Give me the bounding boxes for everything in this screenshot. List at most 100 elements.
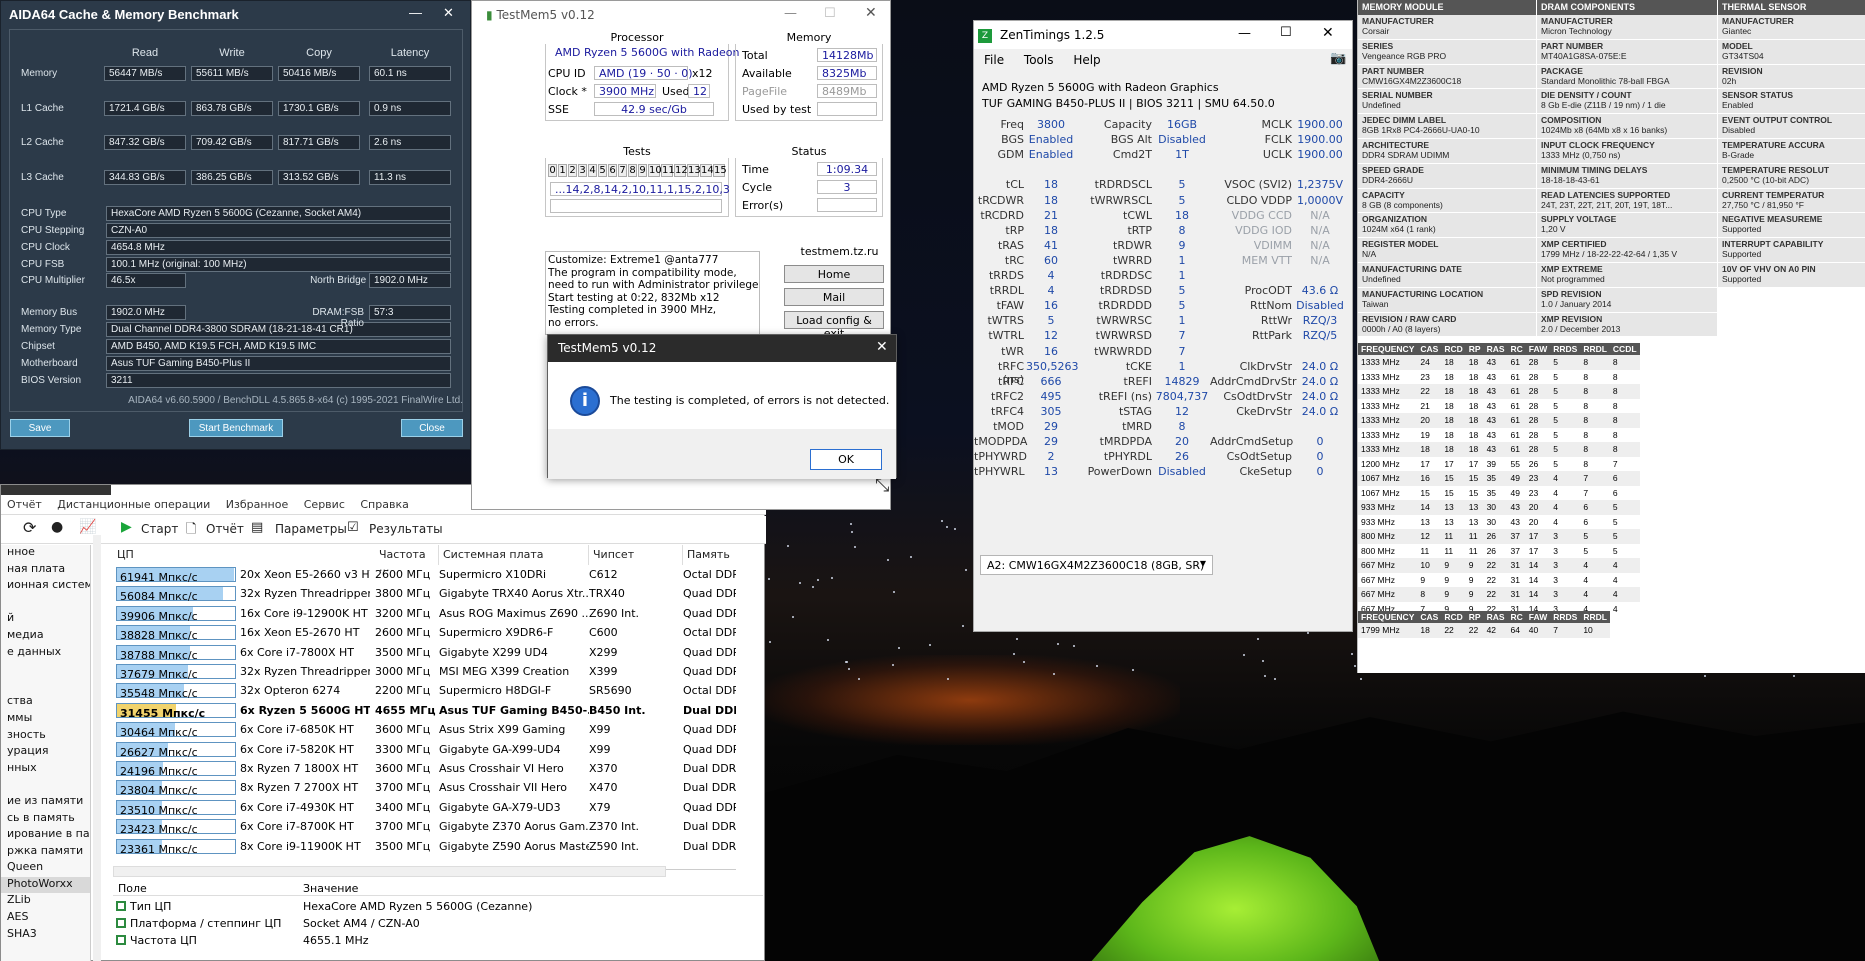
info-value-header[interactable]: Значение	[303, 882, 358, 895]
start-button[interactable]: Старт	[141, 522, 178, 536]
close-icon[interactable]: ✕	[865, 5, 877, 21]
cell-mem: Octal DDR3	[683, 684, 736, 698]
sidebar-item[interactable]: ZLib	[1, 893, 90, 910]
menu-remote[interactable]: Дистанционные операции	[57, 498, 210, 511]
sidebar-item[interactable]: AES	[1, 910, 90, 927]
sidebar-item[interactable]	[1, 777, 90, 794]
table-row[interactable]: 61941 Мпкс/с 20x Xeon E5-2660 v3 HT 2600 М…	[113, 565, 736, 584]
table-row[interactable]: 23423 Мпкс/с 6x Core i7-8700K HT 3700 МГц G…	[113, 817, 736, 836]
sse-value: 42.9 sec/Gb	[594, 102, 714, 116]
maximize-icon[interactable]: ☐	[824, 6, 836, 21]
results-button[interactable]: Результаты	[369, 522, 443, 536]
sidebar-item[interactable]: урация	[1, 744, 90, 761]
spd-cell: TEMPERATURE RESOLUT 0,2500 °C (10-bit ADC…	[1718, 163, 1865, 189]
menu-tools[interactable]: Tools	[1024, 53, 1054, 67]
timing-label: tWRWRSCL	[1090, 193, 1152, 207]
table-row[interactable]: 24196 Мпкс/с 8x Ryzen 7 1800X HT 3600 МГц A…	[113, 759, 736, 778]
sidebar-item[interactable]: ства	[1, 694, 90, 711]
sidebar-item[interactable]	[1, 678, 90, 695]
timing-header: RRDS	[1550, 343, 1581, 355]
info-row[interactable]: Частота ЦП 4655.1 MHz	[113, 933, 763, 949]
sidebar-item[interactable]: ие из памяти	[1, 794, 90, 811]
table-row[interactable]: 23361 Мпкс/с 8x Core i9-11900K HT 3500 МГц…	[113, 837, 736, 856]
sidebar-item[interactable]: ная плата	[1, 562, 90, 579]
sidebar-item[interactable]: й	[1, 611, 90, 628]
result-read: 344.83 GB/s	[104, 169, 186, 185]
sidebar-item[interactable]: е данных	[1, 645, 90, 662]
chart-icon[interactable]: 📈	[79, 519, 96, 535]
load-config-button[interactable]: Load config & exit	[784, 311, 884, 340]
table-row[interactable]: 30464 Мпкс/с 6x Core i7-6850K HT 3600 МГц A…	[113, 720, 736, 739]
info-row[interactable]: Платформа / степпинг ЦП Socket AM4 / CZN-…	[113, 916, 763, 932]
sidebar-item[interactable]: ммы	[1, 711, 90, 728]
minimize-icon[interactable]: —	[784, 6, 797, 21]
refresh-icon[interactable]: ⟳	[23, 518, 36, 537]
info-row[interactable]: Тип ЦП HexaCore AMD Ryzen 5 5600G (Cezann…	[113, 899, 763, 915]
start-benchmark-button[interactable]: Start Benchmark	[189, 419, 283, 437]
dimm-select[interactable]: A2: CMW16GX4M2Z3600C18 (8GB, SR) ▼	[980, 555, 1213, 575]
menu-favorites[interactable]: Избранное	[226, 498, 288, 511]
col-chipset[interactable]: Чипсет	[589, 545, 683, 565]
timing-cell: 667 MHz	[1361, 560, 1396, 571]
timing-cell: 11	[1420, 545, 1430, 556]
mail-button[interactable]: Mail	[784, 288, 884, 306]
sidebar-item[interactable]: SHA3	[1, 927, 90, 944]
timing-label: ClkDrvStr	[1239, 359, 1292, 373]
ok-button[interactable]: OK	[810, 449, 882, 470]
menu-help[interactable]: Help	[1073, 53, 1100, 67]
col-memory[interactable]: Память	[683, 545, 736, 565]
minimize-icon[interactable]: —	[409, 5, 422, 20]
save-button[interactable]: Save	[10, 419, 70, 437]
sidebar-item[interactable]: ионная систем	[1, 578, 90, 595]
menu-help[interactable]: Справка	[360, 498, 408, 511]
maximize-icon[interactable]: ☐	[1280, 25, 1292, 40]
menu-service[interactable]: Сервис	[304, 498, 345, 511]
table-row[interactable]: 35548 Мпкс/с 32x Opteron 6274 2200 МГц Supe…	[113, 681, 736, 700]
close-icon[interactable]: ✕	[443, 5, 454, 21]
table-row[interactable]: 56084 Мпкс/с 32x Ryzen Threadripper ... 38…	[113, 584, 736, 603]
sidebar-item[interactable]: нных	[1, 761, 90, 778]
menu-report[interactable]: Отчёт	[7, 498, 42, 511]
user-icon[interactable]: ●	[51, 519, 63, 535]
horizontal-scrollbar[interactable]	[113, 866, 666, 877]
timing-label: tRC	[1004, 253, 1024, 267]
home-button[interactable]: Home	[784, 265, 884, 283]
table-row[interactable]: 39906 Мпкс/с 16x Core i9-12900K HT 3200 МГ…	[113, 604, 736, 623]
timing-cell: 28	[1528, 415, 1539, 426]
timing-label: tRAS	[997, 238, 1024, 252]
report-button[interactable]: Отчёт	[206, 522, 244, 536]
test-box: 2	[568, 164, 577, 177]
table-row[interactable]: 38828 Мпкс/с 16x Xeon E5-2670 HT 2600 МГц S…	[113, 623, 736, 642]
sidebar-item[interactable]: зность	[1, 728, 90, 745]
table-row[interactable]: 38788 Мпкс/с 6x Core i7-7800X HT 3500 МГц G…	[113, 643, 736, 662]
table-row[interactable]: 23510 Мпкс/с 6x Core i7-4930K HT 3400 МГц G…	[113, 798, 736, 817]
sidebar-item[interactable]: Queen	[1, 860, 90, 877]
params-button[interactable]: Параметры	[275, 522, 347, 536]
col-freq[interactable]: Частота ...	[375, 545, 439, 574]
sidebar-item[interactable]: ирование в пам	[1, 827, 90, 844]
timing-label: tPHYWRD	[974, 450, 1027, 464]
close-icon[interactable]: ✕	[1322, 25, 1334, 41]
timing-cell: 17	[1444, 458, 1454, 469]
sidebar-item[interactable]: медиа	[1, 628, 90, 645]
sidebar-item[interactable]	[1, 595, 90, 612]
sidebar-item[interactable]: нное	[1, 545, 90, 562]
table-row[interactable]: 37679 Мпкс/с 32x Ryzen Threadripper ... 30…	[113, 662, 736, 681]
timing-cell: 18	[1468, 429, 1479, 440]
sidebar-item[interactable]: сь в память	[1, 811, 90, 828]
table-row[interactable]: 23804 Мпкс/с 8x Ryzen 7 2700X HT 3700 МГц A…	[113, 778, 736, 797]
close-button[interactable]: Close	[401, 419, 463, 437]
menu-file[interactable]: File	[984, 53, 1004, 67]
info-icon: i	[570, 386, 600, 416]
info-field-header[interactable]: Поле	[118, 882, 147, 895]
sidebar-item[interactable]	[1, 661, 90, 678]
table-row[interactable]: 31455 Мпкс/с 6x Ryzen 5 5600G HT 4655 МГц A…	[113, 701, 736, 720]
dialog-close-icon[interactable]: ✕	[876, 339, 888, 355]
sidebar-item[interactable]: ржка памяти	[1, 844, 90, 861]
table-row[interactable]: 26627 Мпкс/с 6x Core i7-5820K HT 3300 МГц G…	[113, 740, 736, 759]
col-board[interactable]: Системная плата	[439, 545, 589, 565]
sidebar-item[interactable]: PhotoWorxx	[1, 876, 90, 894]
minimize-icon[interactable]: —	[1238, 26, 1251, 41]
camera-icon[interactable]: 📷	[1330, 51, 1346, 66]
vertical-scrollbar[interactable]	[93, 535, 101, 961]
